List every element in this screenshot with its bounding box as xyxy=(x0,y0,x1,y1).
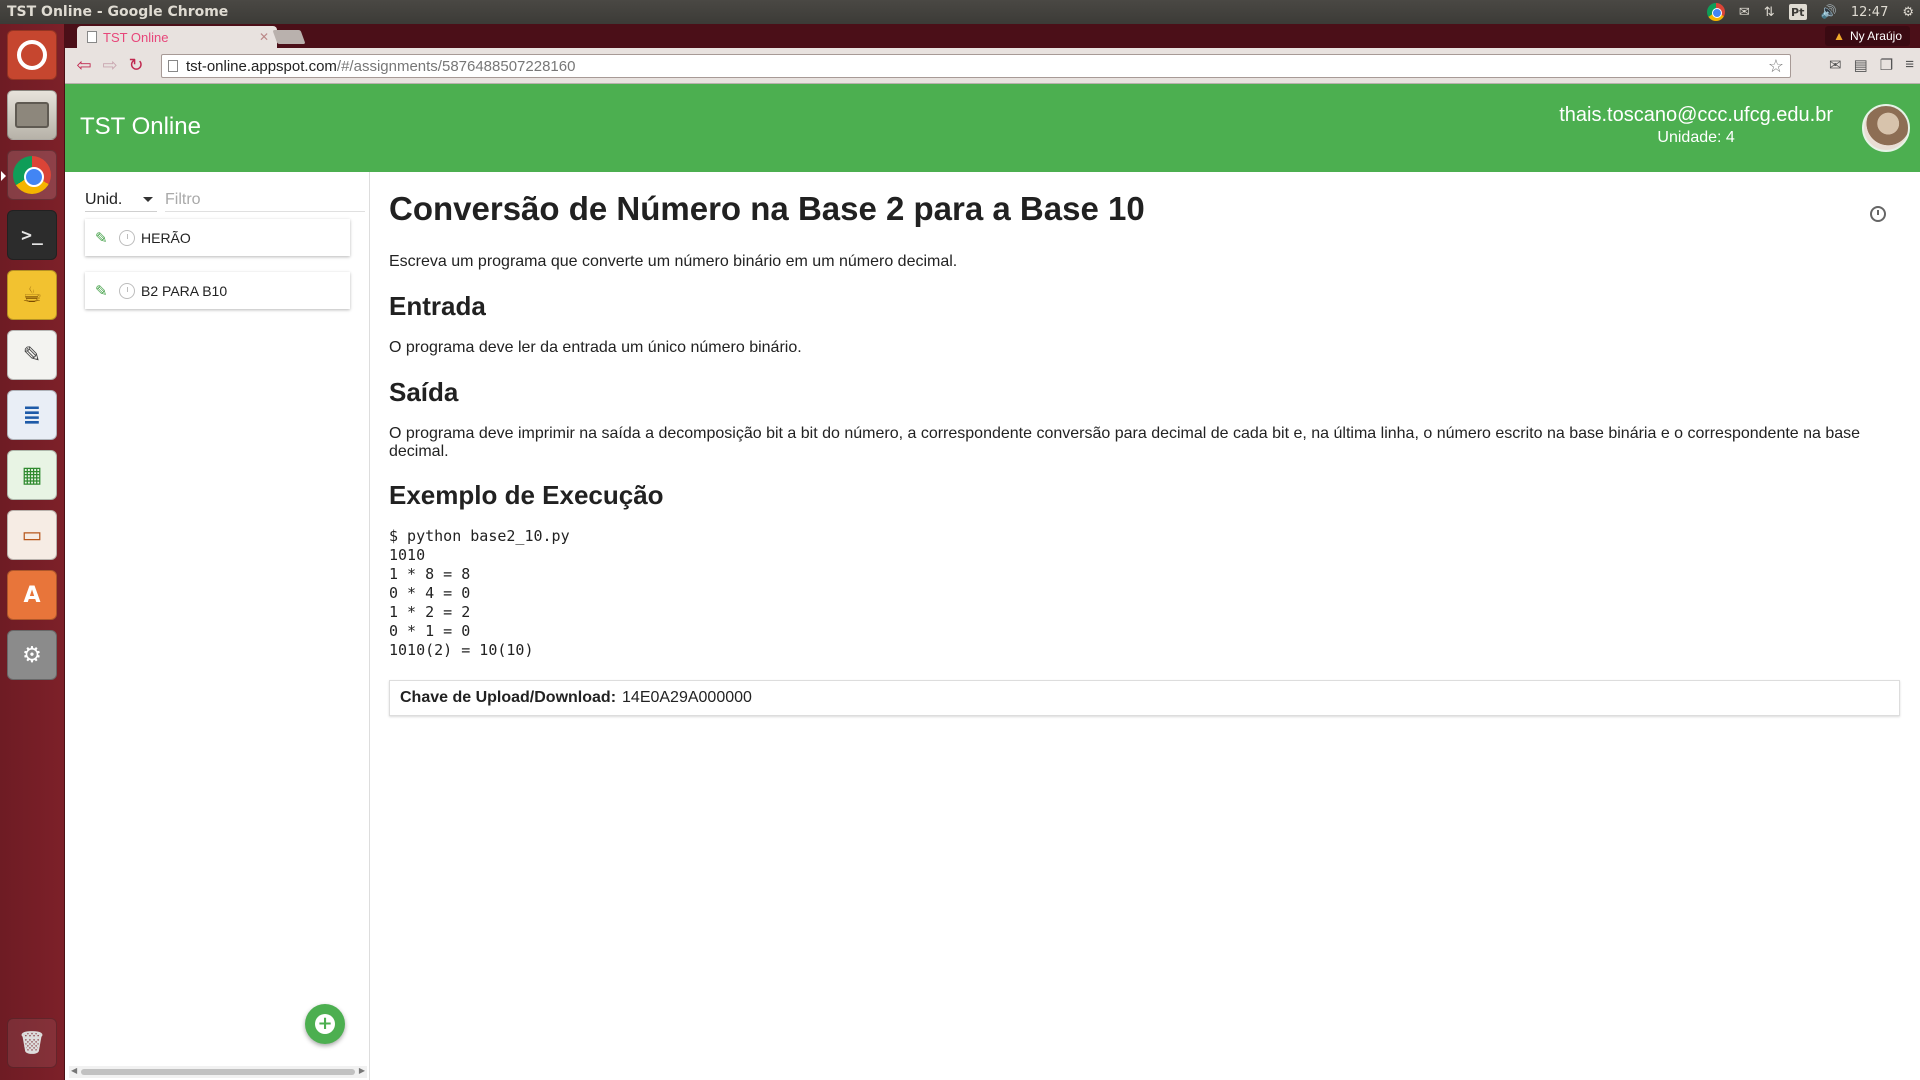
plus-icon: + xyxy=(315,1014,335,1034)
unity-launcher: >_ ☕ ✎ ≣ ▦ ▭ A ⚙ 🗑 xyxy=(0,24,65,1080)
network-indicator-icon[interactable]: ⇅ xyxy=(1764,5,1775,20)
volume-icon[interactable]: 🔊 xyxy=(1821,5,1837,20)
chrome-icon[interactable] xyxy=(1,150,57,200)
url-path: /#/assignments/5876488507228160 xyxy=(336,57,576,75)
browser-frame: TST Online ✕ ▲ Ny Araújo ⇦ ⇨ ↻ tst-onlin… xyxy=(65,24,1920,84)
app-header: TST Online thais.toscano@ccc.ufcg.edu.br… xyxy=(65,84,1920,172)
back-arrow-icon[interactable]: ⇦ xyxy=(71,53,97,79)
task-label: HERÃO xyxy=(141,229,191,246)
scrollbar-thumb[interactable] xyxy=(81,1069,355,1075)
scroll-left-icon[interactable]: ◀ xyxy=(71,1066,77,1075)
reload-icon[interactable]: ↻ xyxy=(123,53,149,79)
bookmark-star-icon[interactable]: ☆ xyxy=(1768,56,1784,77)
task-item[interactable]: ✎ HERÃO xyxy=(85,219,350,256)
upload-key-value[interactable]: 14E0A29A000000 xyxy=(622,689,752,707)
ubuntu-dash-icon[interactable] xyxy=(7,30,57,80)
clock-icon xyxy=(119,229,135,246)
profile-button[interactable]: ▲ Ny Araújo xyxy=(1825,26,1910,46)
user-info: thais.toscano@ccc.ufcg.edu.br Unidade: 4 xyxy=(1559,104,1833,147)
unit-label: Unidade: 4 xyxy=(1657,129,1735,146)
warning-icon: ▲ xyxy=(1833,29,1845,43)
scroll-right-icon[interactable]: ▶ xyxy=(359,1066,365,1075)
extension-copy-icon[interactable]: ❐ xyxy=(1880,56,1893,74)
trash-icon[interactable]: 🗑 xyxy=(7,1018,57,1068)
output-heading: Saída xyxy=(389,377,459,407)
impress-icon[interactable]: ▭ xyxy=(7,510,57,560)
pencil-icon: ✎ xyxy=(95,282,108,300)
page-icon xyxy=(168,60,178,72)
tab-title: TST Online xyxy=(103,29,169,45)
extension-reader-icon[interactable]: ▤ xyxy=(1854,56,1868,74)
extension-icons: ✉ ▤ ❐ ≡ xyxy=(1829,56,1914,74)
teapot-icon[interactable]: ☕ xyxy=(7,270,57,320)
input-heading: Entrada xyxy=(389,291,486,321)
extension-chat-icon[interactable]: ✉ xyxy=(1829,56,1842,74)
browser-tab[interactable]: TST Online ✕ xyxy=(77,26,277,48)
assignments-sidebar: Unid. ✎ HERÃO ✎ B2 PARA B10 + ◀ ▶ xyxy=(65,172,370,1080)
menu-icon[interactable]: ≡ xyxy=(1905,56,1914,74)
horizontal-scrollbar[interactable]: ◀ ▶ xyxy=(69,1066,367,1078)
example-code: $ python base2_10.py 1010 1 * 8 = 8 0 * … xyxy=(389,527,570,659)
input-text: O programa deve ler da entrada um único … xyxy=(389,339,802,356)
task-label: B2 PARA B10 xyxy=(141,282,228,299)
assignment-title: Conversão de Número na Base 2 para a Bas… xyxy=(389,190,1145,227)
window-title: TST Online - Google Chrome xyxy=(7,4,229,20)
avatar[interactable] xyxy=(1862,104,1910,152)
history-icon[interactable] xyxy=(1870,206,1886,222)
clock-icon xyxy=(119,282,135,299)
add-assignment-button[interactable]: + xyxy=(305,1004,345,1044)
close-icon[interactable]: ✕ xyxy=(259,30,269,44)
writer-icon[interactable]: ≣ xyxy=(7,390,57,440)
upload-key-box: Chave de Upload/Download: 14E0A29A000000 xyxy=(389,680,1900,716)
assignment-panel: Conversão de Número na Base 2 para a Bas… xyxy=(389,172,1900,1080)
filter-input[interactable] xyxy=(165,188,365,212)
unit-select[interactable]: Unid. xyxy=(85,188,157,212)
chrome-indicator-icon[interactable] xyxy=(1706,3,1725,21)
output-text: O programa deve imprimir na saída a deco… xyxy=(389,425,1861,460)
terminal-icon[interactable]: >_ xyxy=(7,210,57,260)
app-title[interactable]: TST Online xyxy=(80,113,201,141)
system-indicators: ✉ ⇅ Pt 🔊 12:47 ⚙ xyxy=(1706,0,1914,24)
software-center-icon[interactable]: A xyxy=(7,570,57,620)
unit-select-value: Unid. xyxy=(85,190,123,208)
settings-icon[interactable]: ⚙ xyxy=(7,630,57,680)
assignment-description: Escreva um programa que converte um núme… xyxy=(389,253,958,270)
example-heading: Exemplo de Execução xyxy=(389,480,664,510)
address-bar[interactable]: tst-online.appspot.com/#/assignments/587… xyxy=(161,54,1791,78)
pencil-icon: ✎ xyxy=(95,229,108,247)
files-icon[interactable] xyxy=(7,90,57,140)
browser-toolbar: ⇦ ⇨ ↻ tst-online.appspot.com/#/assignmen… xyxy=(65,48,1920,84)
keyboard-layout-indicator[interactable]: Pt xyxy=(1788,4,1807,20)
system-top-panel: TST Online - Google Chrome ✉ ⇅ Pt 🔊 12:4… xyxy=(0,0,1920,24)
chevron-down-icon xyxy=(143,197,153,202)
clock-indicator[interactable]: 12:47 xyxy=(1851,5,1888,20)
tab-strip: TST Online ✕ ▲ Ny Araújo xyxy=(65,24,1920,48)
text-editor-icon[interactable]: ✎ xyxy=(7,330,57,380)
messaging-indicator-icon[interactable]: ✉ xyxy=(1739,5,1750,20)
calc-icon[interactable]: ▦ xyxy=(7,450,57,500)
user-email: thais.toscano@ccc.ufcg.edu.br xyxy=(1559,104,1833,126)
forward-arrow-icon[interactable]: ⇨ xyxy=(97,53,123,79)
url-host: tst-online.appspot.com xyxy=(186,57,337,75)
new-tab-button[interactable] xyxy=(272,30,306,44)
task-item[interactable]: ✎ B2 PARA B10 xyxy=(85,272,350,309)
profile-name: Ny Araújo xyxy=(1849,29,1902,43)
page-icon xyxy=(87,31,97,43)
upload-key-label: Chave de Upload/Download: xyxy=(400,689,617,706)
session-gear-icon[interactable]: ⚙ xyxy=(1902,5,1914,20)
